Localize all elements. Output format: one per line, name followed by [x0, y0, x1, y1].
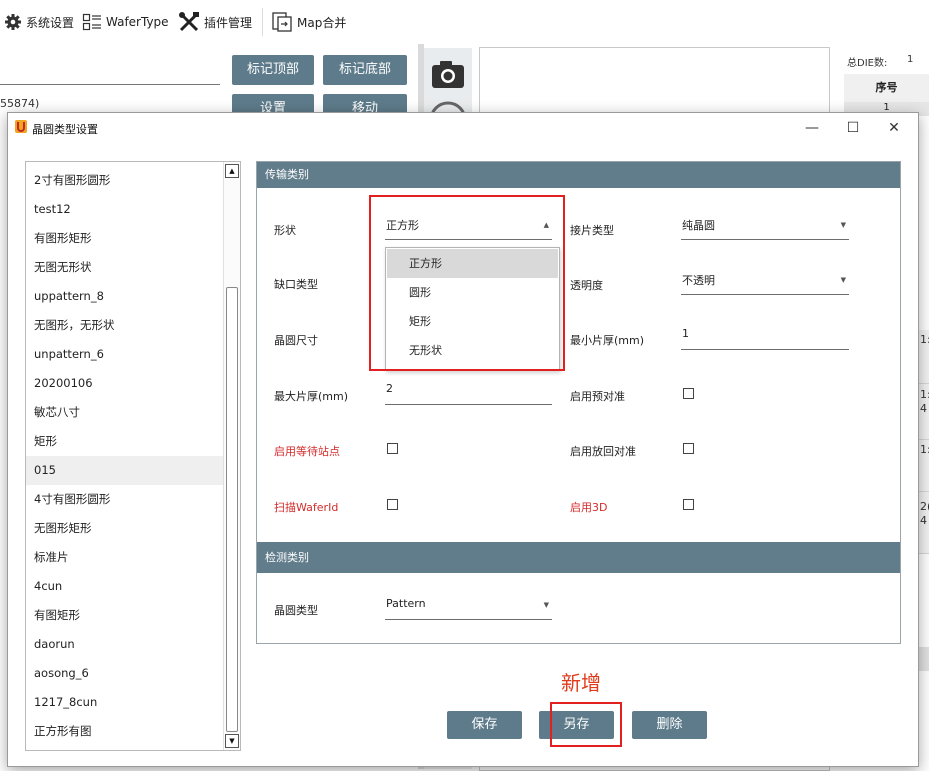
return-align-checkbox[interactable] — [683, 443, 694, 454]
background-input[interactable] — [0, 83, 220, 85]
wafer-list-item[interactable]: unpattern_6 — [26, 340, 223, 369]
wafer-list-item[interactable]: 敏芯八寸 — [26, 398, 223, 427]
highlight-box — [550, 702, 622, 747]
wafer-settings-form: 传输类别 形状 正方形 ▲ 缺口类型 晶圆尺寸 最大片厚(mm) 2 启用等待站… — [256, 161, 901, 644]
background-id-text: 55874) — [0, 97, 40, 110]
wait-station-label: 启用等待站点 — [274, 445, 340, 458]
mark-bottom-button[interactable]: 标记底部 — [323, 55, 407, 85]
wafer-list-item[interactable]: 4寸有图形圆形 — [26, 485, 223, 514]
wafer-list-item[interactable]: 2寸有图形圆形 — [26, 166, 223, 195]
min-thickness-value: 1 — [682, 327, 689, 340]
wafer-list-item[interactable]: 无图形矩形 — [26, 514, 223, 543]
total-die-value: 1 — [907, 54, 914, 65]
wafer-list-item[interactable]: 4cun — [26, 572, 223, 601]
delete-button[interactable]: 删除 — [632, 711, 707, 739]
wafer-list-item[interactable]: daorun — [26, 630, 223, 659]
highlight-box — [369, 195, 565, 371]
scan-waferid-label: 扫描WaferId — [274, 501, 339, 514]
dialog-title: 晶圆类型设置 — [32, 123, 98, 136]
enable-3d-label: 启用3D — [570, 501, 608, 514]
toolbar-system-settings[interactable]: 系统设置 — [4, 0, 74, 44]
wafer-type-list[interactable]: 2寸有图形圆形 test12 有图形矩形 无图无形状 uppattern_8 无图形，无形… — [25, 161, 241, 751]
wafer-list-item[interactable]: 有图矩形 — [26, 601, 223, 630]
max-thickness-input[interactable]: 2 — [385, 375, 552, 405]
max-thickness-label: 最大片厚(mm) — [274, 390, 349, 403]
wafer-list-item[interactable]: 矩形 — [26, 427, 223, 456]
gear-icon — [5, 14, 21, 30]
transfer-section-header: 传输类别 — [257, 162, 900, 188]
wafer-list-item[interactable]: test12 — [26, 195, 223, 224]
wait-station-checkbox[interactable] — [387, 443, 398, 454]
chuck-type-value: 纯晶圆 — [682, 219, 715, 232]
merge-icon — [272, 12, 292, 32]
wafer-size-label: 晶圆尺寸 — [274, 334, 318, 347]
transparency-label: 透明度 — [570, 279, 603, 292]
wafer-list-item[interactable]: 015 — [26, 456, 223, 485]
wafer-list-item[interactable]: 无图无形状 — [26, 253, 223, 282]
wafer-list-item[interactable]: 正方形有图 — [26, 717, 223, 746]
toolbar-wafertype[interactable]: WaferType — [82, 0, 169, 44]
wafer-list-item[interactable]: 标准片 — [26, 543, 223, 572]
wafer-type-value: Pattern — [386, 597, 426, 610]
notch-type-label: 缺口类型 — [274, 278, 318, 291]
toolbar-separator — [262, 8, 263, 36]
max-thickness-value: 2 — [386, 382, 393, 395]
chuck-type-label: 接片类型 — [570, 224, 614, 237]
chevron-down-icon: ▼ — [543, 601, 549, 609]
mark-top-button[interactable]: 标记顶部 — [232, 55, 314, 85]
wafer-type-select[interactable]: Pattern ▼ — [385, 590, 552, 620]
detect-section-header: 检测类别 — [257, 542, 900, 573]
save-button[interactable]: 保存 — [447, 711, 522, 739]
prealign-label: 启用预对准 — [570, 390, 625, 403]
transparency-value: 不透明 — [682, 274, 715, 287]
min-thickness-input[interactable]: 1 — [681, 320, 849, 350]
chuck-type-select[interactable]: 纯晶圆 ▼ — [681, 210, 849, 240]
total-die-label: 总DIE数: — [847, 58, 888, 69]
annotation-text: 新增 — [561, 671, 601, 695]
shape-label: 形状 — [274, 224, 296, 237]
maximize-button[interactable]: ☐ — [833, 113, 873, 143]
close-button[interactable]: ✕ — [874, 113, 914, 143]
toolbar-label: WaferType — [106, 15, 169, 29]
wafer-type-label: 晶圆类型 — [274, 604, 318, 617]
scroll-thumb[interactable] — [226, 287, 238, 732]
wafer-list-item[interactable]: uppattern_8 — [26, 282, 223, 311]
toolbar-label: 系统设置 — [26, 15, 75, 30]
return-align-label: 启用放回对准 — [570, 445, 636, 458]
toolbar-plugin-manager[interactable]: 插件管理 — [178, 0, 252, 44]
min-thickness-label: 最小片厚(mm) — [570, 334, 645, 347]
wafer-list-item[interactable]: aosong_6 — [26, 659, 223, 688]
scan-waferid-checkbox[interactable] — [387, 499, 398, 510]
toolbar-label: Map合并 — [297, 15, 347, 30]
dialog-titlebar[interactable]: 晶圆类型设置 — ☐ ✕ — [8, 113, 918, 143]
seq-column-header: 序号 — [844, 74, 929, 102]
minimize-button[interactable]: — — [792, 113, 832, 143]
chevron-down-icon: ▼ — [840, 276, 846, 284]
toolbar-map-merge[interactable]: Map合并 — [271, 0, 346, 44]
camera-icon[interactable] — [431, 59, 465, 89]
app-logo-icon — [15, 120, 27, 133]
chevron-down-icon: ▼ — [840, 221, 846, 229]
wafer-type-settings-dialog: 晶圆类型设置 — ☐ ✕ 2寸有图形圆形 test12 有图形矩形 无图无形状 uppa… — [7, 112, 919, 767]
wafer-list-item[interactable]: 有图形矩形 — [26, 224, 223, 253]
list-scrollbar[interactable]: ▲ ▼ — [223, 162, 240, 750]
tools-icon — [179, 12, 199, 32]
main-toolbar: 系统设置 WaferType 插件管理 Map合并 — [0, 0, 929, 45]
prealign-checkbox[interactable] — [683, 388, 694, 399]
list-icon — [82, 13, 101, 31]
scroll-up-icon[interactable]: ▲ — [225, 164, 239, 178]
toolbar-label: 插件管理 — [204, 15, 253, 30]
enable-3d-checkbox[interactable] — [683, 499, 694, 510]
transparency-select[interactable]: 不透明 ▼ — [681, 265, 849, 295]
wafer-list-item[interactable]: 无图形，无形状 — [26, 311, 223, 340]
wafer-list-item[interactable]: 20200106 — [26, 369, 223, 398]
wafer-list-item[interactable]: 1217_8cun — [26, 688, 223, 717]
scroll-down-icon[interactable]: ▼ — [225, 734, 239, 748]
